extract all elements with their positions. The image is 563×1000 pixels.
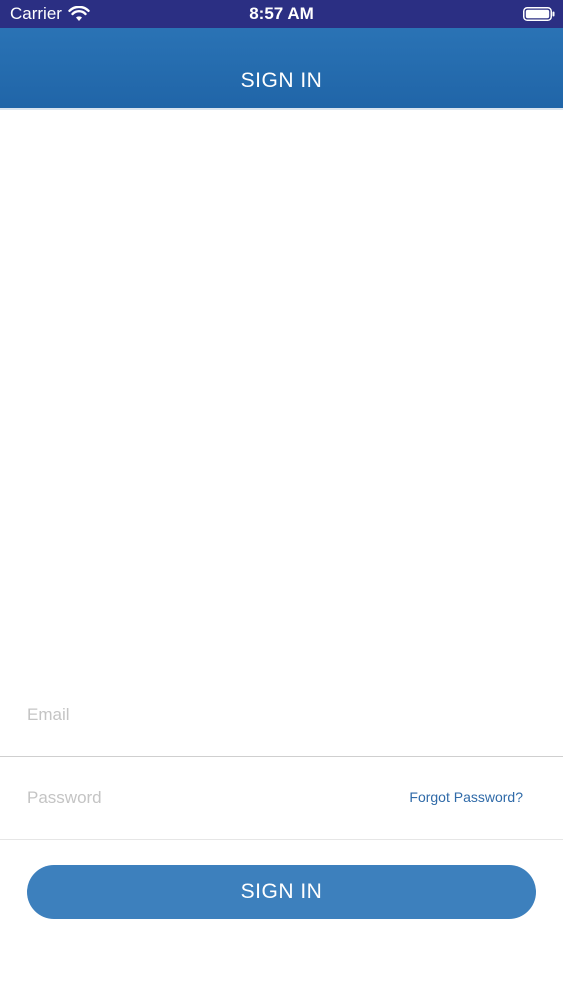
sign-in-button[interactable]: SIGN IN: [27, 865, 536, 919]
email-field-row: [0, 674, 563, 757]
password-field-row: Forgot Password?: [0, 757, 563, 840]
forgot-password-link[interactable]: Forgot Password?: [409, 789, 523, 805]
page-title: SIGN IN: [240, 69, 323, 92]
nav-divider: [0, 108, 563, 110]
status-bar: Carrier 8:57 AM: [0, 0, 563, 28]
sign-in-screen: Carrier 8:57 AM SIGN IN Forgot Password?…: [0, 0, 563, 1000]
email-input[interactable]: [27, 700, 387, 730]
battery-icon: [523, 7, 555, 21]
navigation-bar: SIGN IN: [0, 28, 563, 108]
password-input[interactable]: [27, 783, 387, 813]
status-time: 8:57 AM: [249, 4, 314, 23]
